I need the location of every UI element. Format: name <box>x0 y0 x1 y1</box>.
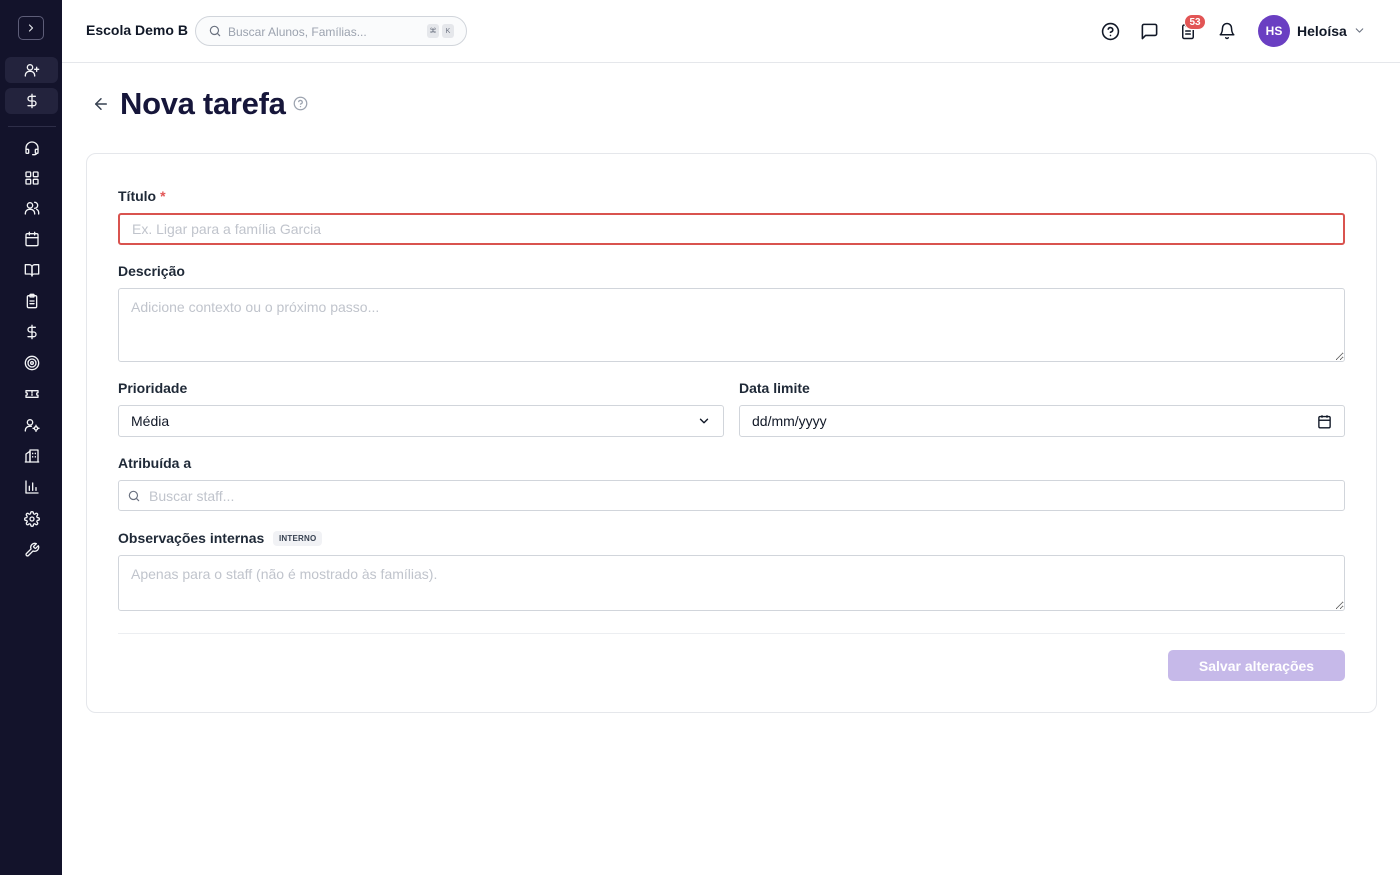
description-textarea[interactable] <box>118 288 1345 362</box>
sidebar-item-users[interactable] <box>5 195 58 221</box>
description-label: Descrição <box>118 263 185 279</box>
dollar-icon <box>26 324 37 340</box>
title-input[interactable] <box>118 213 1345 245</box>
clipboard-icon <box>26 293 37 309</box>
shortcut-key-k: K <box>442 24 454 38</box>
sidebar-item-reports[interactable] <box>5 474 58 500</box>
bell-icon <box>1219 22 1235 40</box>
sidebar <box>0 0 62 875</box>
priority-label: Prioridade <box>118 380 188 396</box>
sidebar-item-add-student[interactable] <box>5 57 58 83</box>
title-label-text: Título <box>118 188 157 204</box>
sidebar-item-dashboard[interactable] <box>5 165 58 191</box>
book-icon <box>24 264 39 277</box>
assigned-staff-input[interactable] <box>149 486 1329 506</box>
calendar-icon[interactable] <box>1317 414 1332 429</box>
school-name: Escola Demo B <box>86 22 188 38</box>
required-asterisk: * <box>160 188 166 204</box>
calendar-icon <box>24 231 39 247</box>
sidebar-item-school[interactable] <box>5 443 58 469</box>
user-name[interactable]: Heloísa <box>1297 23 1347 39</box>
sidebar-item-payment[interactable] <box>5 88 58 114</box>
dollar-icon <box>26 93 37 109</box>
settings-icon <box>23 511 40 527</box>
user-plus-icon <box>24 63 39 77</box>
global-search-input[interactable] <box>228 23 418 41</box>
sidebar-divider <box>8 126 56 127</box>
chevron-down-icon[interactable] <box>1353 24 1366 42</box>
priority-select[interactable]: Média <box>118 405 724 437</box>
building-icon <box>24 449 39 463</box>
deadline-label: Data limite <box>739 380 810 396</box>
global-search[interactable]: ⌘ K <box>195 16 467 46</box>
form-divider <box>118 633 1345 634</box>
assigned-staff-search[interactable] <box>118 480 1345 511</box>
task-form-card: Título* Descrição Prioridade Média Data … <box>86 153 1377 713</box>
sidebar-item-tasks[interactable] <box>5 288 58 314</box>
messages-button[interactable] <box>1138 20 1160 42</box>
user-avatar[interactable]: HS <box>1258 15 1290 47</box>
message-square-icon <box>1141 23 1157 39</box>
sidebar-expand-button[interactable] <box>18 16 44 40</box>
back-arrow-icon[interactable] <box>92 95 110 118</box>
sidebar-item-calendar[interactable] <box>5 226 58 252</box>
sidebar-item-tickets[interactable] <box>5 381 58 407</box>
help-button[interactable] <box>1099 20 1121 42</box>
user-cog-icon <box>24 419 40 432</box>
ticket-icon <box>24 390 39 398</box>
dashboard-icon <box>24 171 39 185</box>
search-icon <box>208 24 222 43</box>
sidebar-item-goals[interactable] <box>5 350 58 376</box>
save-button[interactable]: Salvar alterações <box>1168 650 1345 681</box>
sidebar-item-support[interactable] <box>5 135 58 161</box>
target-icon <box>24 355 39 371</box>
top-header: Escola Demo B ⌘ K 53 HS Heloísa <box>62 0 1400 63</box>
page-title: Nova tarefa <box>120 86 286 121</box>
sidebar-item-settings[interactable] <box>5 506 58 532</box>
tasks-count-badge: 53 <box>1184 14 1206 30</box>
sidebar-item-tools[interactable] <box>5 537 58 563</box>
deadline-date-input[interactable]: dd/mm/yyyy <box>739 405 1345 437</box>
chevron-down-icon <box>699 418 709 424</box>
help-circle-icon <box>1101 22 1119 40</box>
title-label: Título * <box>118 188 166 204</box>
sidebar-item-book[interactable] <box>5 257 58 283</box>
wrench-icon <box>24 542 39 557</box>
sidebar-item-finance[interactable] <box>5 319 58 345</box>
shortcut-key-cmd: ⌘ <box>427 24 439 38</box>
help-circle-icon[interactable] <box>293 96 308 116</box>
internal-notes-textarea[interactable] <box>118 555 1345 611</box>
chevron-right-icon <box>28 24 34 32</box>
deadline-value: dd/mm/yyyy <box>752 413 827 429</box>
priority-selected-value: Média <box>131 413 170 429</box>
search-icon <box>127 489 141 508</box>
bar-chart-icon <box>24 480 39 494</box>
notifications-button[interactable] <box>1216 20 1238 42</box>
internal-notes-label: Observações internas <box>118 530 265 546</box>
users-icon <box>24 201 39 215</box>
headset-icon <box>24 141 39 156</box>
sidebar-item-staff-settings[interactable] <box>5 412 58 438</box>
assigned-label: Atribuída a <box>118 455 192 471</box>
internal-tag: INTERNO <box>273 531 323 546</box>
